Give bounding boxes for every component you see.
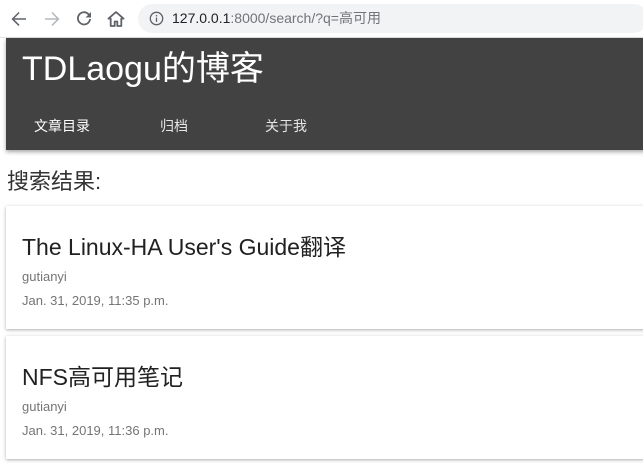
result-author: gutianyi bbox=[22, 399, 67, 414]
url-host: 127.0.0.1 bbox=[172, 10, 231, 26]
nav-link-toc[interactable]: 文章目录 bbox=[34, 118, 90, 135]
site-title[interactable]: TDLaogu的博客 bbox=[22, 49, 264, 89]
result-title-link[interactable]: NFS高可用笔记 bbox=[22, 363, 183, 391]
result-card: The Linux-HA User's Guide翻译 gutianyi Jan… bbox=[6, 206, 643, 329]
address-bar[interactable]: 127.0.0.1:8000/search/?q=高可用 bbox=[138, 4, 643, 33]
url-path: :8000/search/?q=高可用 bbox=[230, 10, 381, 26]
forward-arrow-icon[interactable] bbox=[40, 7, 64, 31]
search-results-heading: 搜索结果: bbox=[7, 169, 102, 194]
reload-icon[interactable] bbox=[72, 7, 96, 31]
site-header: TDLaogu的博客 文章目录 归档 关于我 bbox=[6, 38, 643, 150]
nav-link-about[interactable]: 关于我 bbox=[265, 118, 307, 135]
home-icon[interactable] bbox=[104, 7, 128, 31]
result-author: gutianyi bbox=[22, 269, 67, 284]
result-date: Jan. 31, 2019, 11:36 p.m. bbox=[22, 423, 169, 438]
result-card: NFS高可用笔记 gutianyi Jan. 31, 2019, 11:36 p… bbox=[6, 336, 643, 459]
back-arrow-icon[interactable] bbox=[7, 7, 31, 31]
result-date: Jan. 31, 2019, 11:35 p.m. bbox=[22, 293, 169, 308]
nav-link-archive[interactable]: 归档 bbox=[160, 118, 188, 135]
info-icon[interactable] bbox=[149, 11, 164, 26]
result-title-link[interactable]: The Linux-HA User's Guide翻译 bbox=[22, 233, 346, 261]
browser-toolbar: 127.0.0.1:8000/search/?q=高可用 bbox=[0, 0, 643, 38]
url-text: 127.0.0.1:8000/search/?q=高可用 bbox=[172, 4, 381, 33]
